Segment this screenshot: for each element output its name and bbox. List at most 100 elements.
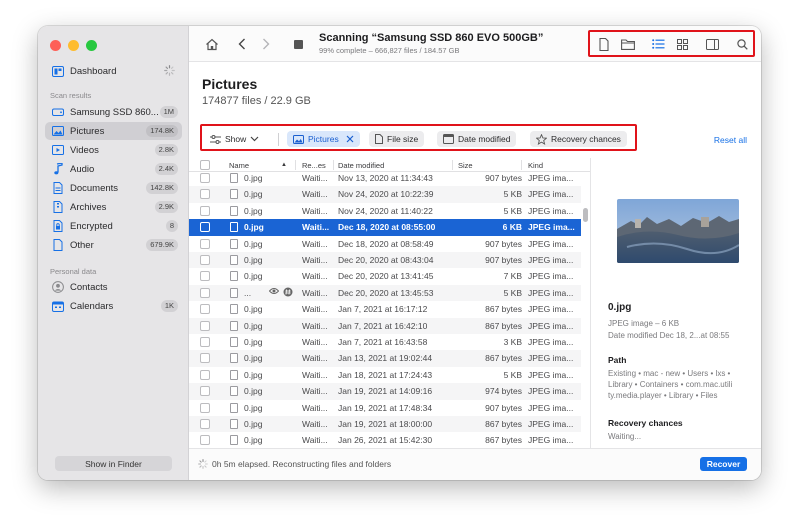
- date-modified-cell: Dec 20, 2020 at 13:41:45: [338, 271, 434, 282]
- table-row[interactable]: ... Waiti... Dec 20, 2020 at 13:45:53 5 KB J…: [189, 284, 581, 302]
- reset-all-link[interactable]: Reset all: [714, 135, 747, 145]
- column-header-kind[interactable]: Kind: [528, 161, 543, 170]
- music-note-icon: [52, 163, 64, 175]
- date-modified-cell: Nov 13, 2020 at 11:34:43: [338, 173, 433, 183]
- sidebar-item-encrypted[interactable]: Encrypted 8: [45, 217, 182, 235]
- loading-spinner-icon: [164, 65, 175, 79]
- table-row[interactable]: 0.jpg Waiti... Nov 13, 2020 at 11:34:43 907…: [189, 170, 581, 186]
- back-button[interactable]: [232, 34, 252, 54]
- file-size-cell: 7 KB: [503, 271, 522, 282]
- row-checkbox[interactable]: [200, 402, 210, 413]
- sidebar-item-contacts[interactable]: Contacts: [45, 278, 182, 296]
- column-header-recovery[interactable]: Re...es: [302, 161, 326, 170]
- close-window-button[interactable]: [50, 40, 61, 51]
- sidebar-item-other[interactable]: Other 679.9K: [45, 236, 182, 254]
- recovery-chance-cell: Waiti...: [302, 304, 328, 315]
- file-size-cell: 907 bytes: [485, 173, 522, 183]
- app-window: Dashboard Scan results Samsung SSD 860..…: [38, 26, 761, 480]
- table-row[interactable]: 0.jpg Waiti... Jan 19, 2021 at 18:00:00 867…: [189, 416, 581, 433]
- row-checkbox[interactable]: [200, 173, 210, 183]
- section-heading-personal-data: Personal data: [50, 267, 97, 276]
- zoom-window-button[interactable]: [86, 40, 97, 51]
- table-row[interactable]: 0.jpg Waiti... Jan 19, 2021 at 14:09:16 974…: [189, 383, 581, 400]
- table-row[interactable]: 0.jpg Waiti... Jan 7, 2021 at 16:17:12 867 …: [189, 301, 581, 317]
- scrollbar-thumb[interactable]: [583, 208, 588, 222]
- row-checkbox[interactable]: [200, 287, 210, 298]
- row-checkbox[interactable]: [200, 222, 210, 233]
- show-in-finder-button[interactable]: Show in Finder: [55, 456, 172, 471]
- quick-look-eye-icon[interactable]: [268, 287, 280, 297]
- row-checkbox[interactable]: [200, 189, 210, 200]
- sidebar-item-label: Archives: [70, 201, 107, 213]
- sidebar-item-label: Dashboard: [70, 65, 117, 77]
- table-row[interactable]: 0.jpg Waiti... Dec 20, 2020 at 08:43:04 907…: [189, 252, 581, 269]
- preview-file-name: 0.jpg: [608, 302, 632, 313]
- row-checkbox[interactable]: [200, 369, 210, 380]
- row-checkbox[interactable]: [200, 255, 210, 265]
- row-checkbox[interactable]: [200, 386, 210, 397]
- table-row[interactable]: 0.jpg Waiti... Jan 7, 2021 at 16:43:58 3 KB…: [189, 334, 581, 350]
- row-checkbox[interactable]: [200, 419, 210, 429]
- filter-bar: Show Pictures File size Date modified Re…: [189, 124, 761, 153]
- row-checkbox[interactable]: [200, 435, 210, 446]
- file-kind-cell: JPEG ima...: [528, 337, 574, 347]
- table-row[interactable]: 0.jpg Waiti... Jan 13, 2021 at 19:02:44 867…: [189, 350, 581, 367]
- column-header-date[interactable]: Date modified: [338, 161, 384, 170]
- recover-button[interactable]: Recover: [700, 457, 747, 471]
- sidebar-item-calendars[interactable]: Calendars 1K: [45, 297, 182, 315]
- recovery-chance-cell: Waiti...: [302, 320, 328, 331]
- scan-title: Scanning “Samsung SSD 860 EVO 500GB”: [319, 32, 544, 44]
- sidebar-item-archives[interactable]: Archives 2.9K: [45, 198, 182, 216]
- section-heading-scan-results: Scan results: [50, 91, 92, 100]
- forward-button[interactable]: [256, 34, 276, 54]
- row-checkbox[interactable]: [200, 320, 210, 331]
- sidebar-item-videos[interactable]: Videos 2.8K: [45, 141, 182, 159]
- image-file-icon: [230, 369, 238, 380]
- hash-icon[interactable]: [283, 287, 293, 299]
- calendar-icon: [52, 300, 64, 312]
- table-row[interactable]: 0.jpg Waiti... Jan 18, 2021 at 17:24:43 5 K…: [189, 367, 581, 383]
- sidebar-item-dashboard[interactable]: Dashboard: [45, 62, 182, 80]
- table-row[interactable]: 0.jpg Waiti... Dec 18, 2020 at 08:55:00 6 K…: [189, 219, 581, 236]
- sidebar-item-pictures[interactable]: Pictures 174.8K: [45, 122, 182, 140]
- table-row[interactable]: 0.jpg Waiti... Dec 20, 2020 at 13:41:45 7 K…: [189, 268, 581, 284]
- image-preview-thumbnail: [617, 199, 739, 263]
- file-kind-cell: JPEG ima...: [528, 320, 574, 331]
- highlight-box-toolbar: [588, 30, 755, 57]
- file-kind-cell: JPEG ima...: [528, 419, 574, 429]
- sidebar: Dashboard Scan results Samsung SSD 860..…: [38, 26, 189, 480]
- row-checkbox[interactable]: [200, 337, 210, 347]
- file-kind-cell: JPEG ima...: [528, 304, 574, 315]
- table-row[interactable]: 0.jpg Waiti... Dec 18, 2020 at 08:58:49 907…: [189, 236, 581, 252]
- select-all-checkbox[interactable]: [200, 160, 210, 170]
- column-divider: [333, 160, 334, 170]
- stop-scan-button[interactable]: [288, 34, 308, 54]
- image-file-icon: [230, 419, 238, 429]
- video-icon: [52, 144, 64, 156]
- minimize-window-button[interactable]: [68, 40, 79, 51]
- file-name-cell: 0.jpg: [244, 337, 263, 347]
- sidebar-item-audio[interactable]: Audio 2.4K: [45, 160, 182, 178]
- image-file-icon: [230, 353, 238, 364]
- file-name-cell: 0.jpg: [244, 353, 263, 364]
- column-header-name[interactable]: Name: [229, 161, 249, 170]
- preview-date-modified: Date modified Dec 18, 2...at 08:55: [608, 331, 730, 340]
- table-row[interactable]: 0.jpg Waiti... Nov 24, 2020 at 11:40:22 5 K…: [189, 203, 581, 219]
- table-row[interactable]: 0.jpg Waiti... Nov 24, 2020 at 10:22:39 5 K…: [189, 186, 581, 203]
- row-checkbox[interactable]: [200, 304, 210, 315]
- sidebar-item-drive[interactable]: Samsung SSD 860... 1M: [45, 103, 182, 121]
- table-row[interactable]: 0.jpg Waiti... Jan 7, 2021 at 16:42:10 867 …: [189, 317, 581, 334]
- column-header-size[interactable]: Size: [458, 161, 473, 170]
- row-checkbox[interactable]: [200, 238, 210, 249]
- file-name-cell: 0.jpg: [244, 189, 263, 200]
- sidebar-item-documents[interactable]: Documents 142.8K: [45, 179, 182, 197]
- home-button[interactable]: [202, 34, 222, 54]
- table-row[interactable]: 0.jpg Waiti... Jan 26, 2021 at 15:42:30 867…: [189, 432, 581, 448]
- image-file-icon: [230, 402, 238, 413]
- row-checkbox[interactable]: [200, 205, 210, 216]
- row-checkbox[interactable]: [200, 271, 210, 282]
- recovery-chance-cell: Waiti...: [302, 189, 328, 200]
- table-row[interactable]: 0.jpg Waiti... Jan 19, 2021 at 17:48:34 907…: [189, 400, 581, 416]
- date-modified-cell: Dec 18, 2020 at 08:58:49: [338, 238, 434, 249]
- row-checkbox[interactable]: [200, 353, 210, 364]
